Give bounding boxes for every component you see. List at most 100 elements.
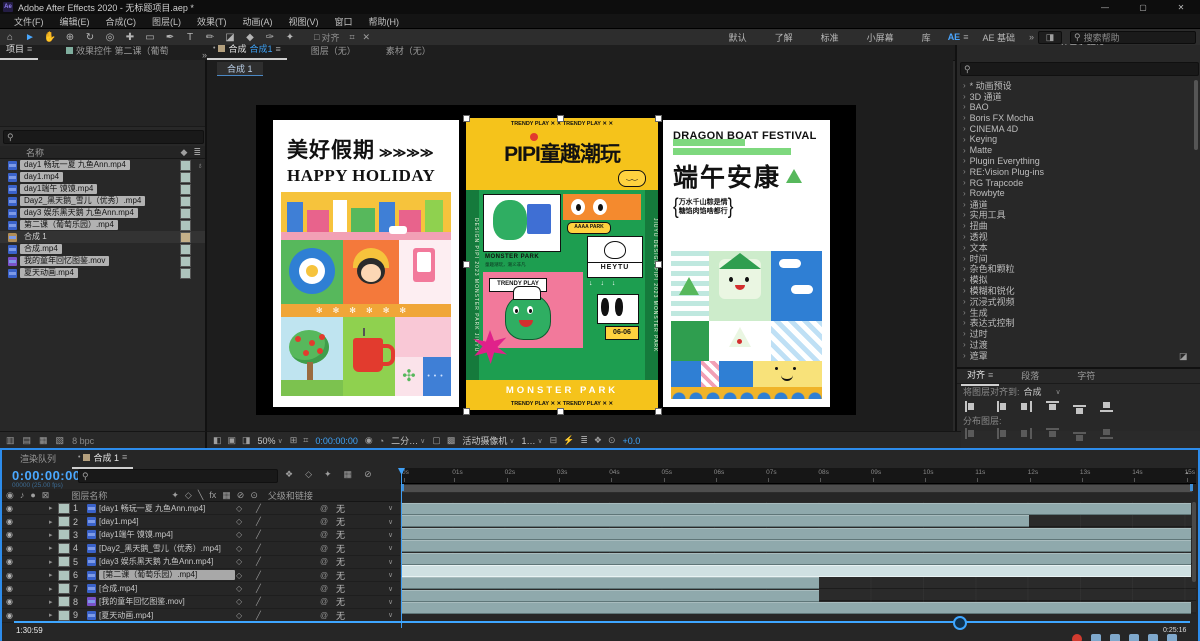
effects-category[interactable]: › 3D 通道 bbox=[957, 91, 1194, 102]
layer-duration-bar[interactable] bbox=[401, 540, 1191, 553]
exposure-value[interactable]: +0.0 bbox=[623, 436, 641, 446]
tab-footage[interactable]: 素材（无） bbox=[380, 42, 437, 60]
player-control-icon[interactable] bbox=[1167, 634, 1177, 641]
label-color-chip[interactable] bbox=[58, 556, 70, 568]
tab-composition[interactable]: • 合成 合成1 ≡ bbox=[207, 40, 287, 60]
snapshot-icon[interactable]: ◨ bbox=[242, 435, 251, 446]
twirl-icon[interactable]: › bbox=[963, 167, 966, 176]
parent-dropdown-icon[interactable]: ∨ bbox=[388, 518, 393, 526]
quality-slash-icon[interactable]: ╱ bbox=[256, 597, 261, 606]
close-tab-icon[interactable]: • bbox=[213, 45, 215, 52]
maximize-button[interactable]: ▢ bbox=[1124, 3, 1162, 12]
parent-pickwhip-icon[interactable]: @ bbox=[320, 597, 328, 606]
player-control-icon[interactable] bbox=[1091, 634, 1101, 641]
toggle-mask-icon[interactable]: ⌗ bbox=[303, 435, 308, 446]
selection-handle[interactable] bbox=[463, 115, 470, 122]
video-column-icon[interactable]: ◉ bbox=[6, 490, 14, 501]
project-item[interactable]: 夏天动画.mp4 bbox=[0, 267, 205, 279]
effects-category[interactable]: › Rowbyte bbox=[957, 188, 1194, 199]
hide-shy-icon[interactable]: ✦ bbox=[324, 469, 332, 480]
magnification-select[interactable]: 50% ∨ bbox=[258, 436, 283, 446]
twirl-icon[interactable]: ▸ bbox=[49, 544, 53, 552]
timeline-search-input[interactable]: ⚲ bbox=[78, 469, 278, 483]
twirl-icon[interactable]: › bbox=[963, 329, 966, 338]
panel-menu-icon[interactable]: ≡ bbox=[988, 370, 993, 380]
parent-dropdown-icon[interactable]: ∨ bbox=[388, 611, 393, 619]
twirl-icon[interactable]: › bbox=[963, 102, 966, 111]
twirl-icon[interactable]: ▸ bbox=[49, 585, 53, 593]
timeline-vertical-scrollbar[interactable] bbox=[1192, 502, 1196, 582]
twirl-icon[interactable]: › bbox=[963, 275, 966, 284]
comment-column-icon[interactable]: ≣ bbox=[193, 147, 201, 158]
work-area-bar[interactable] bbox=[401, 484, 1193, 493]
primary-viewer-icon[interactable]: ▣ bbox=[228, 435, 237, 446]
video-visible-icon[interactable]: ◉ bbox=[6, 597, 13, 606]
layer-duration-bar[interactable] bbox=[401, 577, 820, 590]
hand-tool[interactable]: ✋ bbox=[40, 32, 60, 43]
selection-handle[interactable] bbox=[463, 408, 470, 415]
layer-duration-bar[interactable] bbox=[401, 589, 820, 602]
align-bottom-button[interactable] bbox=[1100, 401, 1113, 412]
quality-switch-icon[interactable]: ◇ bbox=[236, 584, 242, 593]
player-progress-bar[interactable] bbox=[14, 621, 1190, 623]
menu-合成(C)[interactable]: 合成(C) bbox=[98, 15, 145, 28]
minimize-button[interactable]: — bbox=[1086, 3, 1124, 12]
twirl-icon[interactable]: ▸ bbox=[49, 504, 53, 512]
label-color-chip[interactable] bbox=[58, 569, 70, 581]
layer-duration-bar[interactable] bbox=[401, 552, 1191, 565]
twirl-icon[interactable]: › bbox=[963, 200, 966, 209]
show-channel-icon[interactable]: ◔ bbox=[379, 436, 384, 446]
close-tab-icon[interactable]: • bbox=[78, 454, 80, 461]
tab-effect-controls[interactable]: 效果控件 第二课（葡萄 bbox=[60, 42, 175, 60]
twirl-icon[interactable]: › bbox=[963, 135, 966, 144]
selection-handle[interactable] bbox=[655, 408, 662, 415]
twirl-icon[interactable]: › bbox=[963, 146, 966, 155]
label-color-chip[interactable] bbox=[180, 243, 191, 255]
text-tool[interactable]: T bbox=[180, 32, 200, 43]
toggle-transparency-icon[interactable]: ▩ bbox=[447, 435, 456, 446]
workspace-ae[interactable]: AE bbox=[945, 32, 964, 42]
collapse-switch-icon[interactable]: ◇ bbox=[185, 490, 192, 501]
project-bit-depth[interactable]: 8 bpc bbox=[72, 436, 94, 446]
twirl-icon[interactable]: › bbox=[963, 340, 966, 349]
effects-category[interactable]: › 透视 bbox=[957, 231, 1194, 242]
effects-category[interactable]: › Keying bbox=[957, 134, 1194, 145]
player-control-icon[interactable] bbox=[1129, 634, 1139, 641]
panel-menu-icon[interactable]: ≡ bbox=[122, 452, 127, 462]
parent-dropdown-icon[interactable]: ∨ bbox=[388, 571, 393, 579]
panel-menu-icon[interactable]: ≡ bbox=[27, 44, 32, 54]
effects-category[interactable]: › 实用工具 bbox=[957, 210, 1194, 220]
project-item[interactable]: day1 畅玩一夏 九鱼Ann.mp4 ♁ bbox=[0, 159, 205, 171]
label-color-chip[interactable] bbox=[180, 219, 191, 231]
quality-switch-icon[interactable]: ◇ bbox=[236, 611, 242, 620]
menu-效果(T)[interactable]: 效果(T) bbox=[189, 15, 235, 28]
close-button[interactable]: ✕ bbox=[1162, 3, 1200, 12]
selection-handle[interactable] bbox=[463, 261, 470, 268]
twirl-icon[interactable]: ▸ bbox=[49, 518, 53, 526]
twirl-icon[interactable]: › bbox=[963, 113, 966, 122]
fast-previews-icon[interactable]: ⚡ bbox=[563, 435, 574, 446]
rotate-tool[interactable]: ↻ bbox=[80, 32, 100, 43]
quality-switch-icon[interactable]: ◇ bbox=[236, 544, 242, 553]
panel-menu-icon[interactable]: ≡ bbox=[275, 44, 280, 54]
create-composition-icon[interactable]: ▦ bbox=[39, 435, 48, 446]
workspace-小屏幕[interactable]: 小屏幕 bbox=[853, 31, 908, 44]
layer-name-column[interactable]: 图层名称 bbox=[71, 489, 107, 502]
quality-slash-icon[interactable]: ╱ bbox=[256, 584, 261, 593]
label-color-chip[interactable] bbox=[58, 542, 70, 554]
label-color-chip[interactable] bbox=[58, 609, 70, 621]
effects-category[interactable]: › 杂色和颗粒 bbox=[957, 264, 1194, 274]
twirl-icon[interactable]: › bbox=[963, 308, 966, 317]
player-progress-knob[interactable] bbox=[953, 616, 967, 630]
twirl-icon[interactable]: ▸ bbox=[49, 571, 53, 579]
menu-动画(A)[interactable]: 动画(A) bbox=[235, 15, 281, 28]
tab-project[interactable]: 项目 ≡ bbox=[0, 40, 39, 60]
player-control-icon[interactable] bbox=[1148, 634, 1158, 641]
twirl-icon[interactable]: › bbox=[963, 297, 966, 306]
tab-render-queue[interactable]: 渲染队列 bbox=[14, 450, 62, 468]
twirl-icon[interactable]: › bbox=[963, 318, 966, 327]
parent-pickwhip-icon[interactable]: @ bbox=[320, 557, 328, 566]
video-visible-icon[interactable]: ◉ bbox=[6, 530, 13, 539]
record-icon[interactable] bbox=[1072, 634, 1082, 641]
effects-category[interactable]: › 遮罩 bbox=[957, 350, 1194, 361]
